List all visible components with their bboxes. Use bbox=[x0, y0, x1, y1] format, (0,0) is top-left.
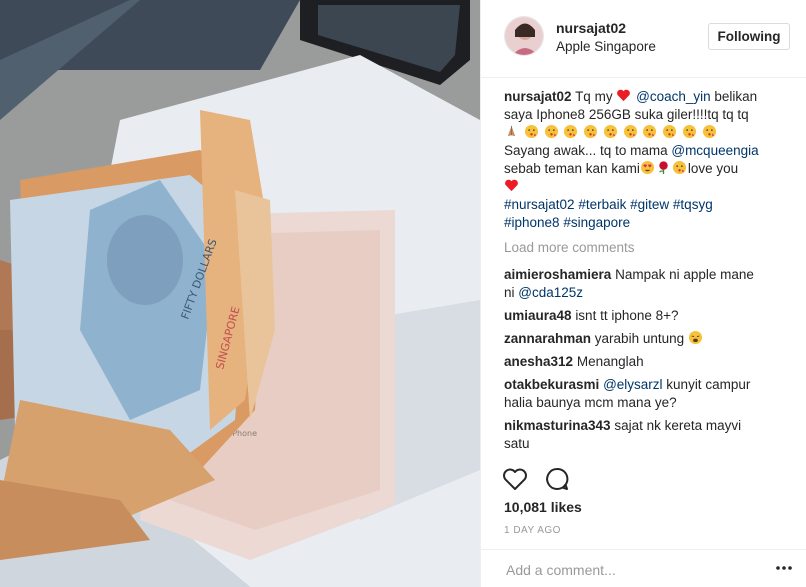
post-photo[interactable]: iPhone FIFTY DOLLARS SINGAPORE bbox=[0, 0, 480, 587]
kissing-face-emoji-icon bbox=[524, 124, 538, 139]
comment-item: anesha312 Menanglah bbox=[504, 353, 794, 371]
kissing-face-emoji-icon bbox=[603, 124, 617, 139]
hashtag-link[interactable]: #gitew bbox=[630, 197, 669, 212]
comment-mention[interactable]: @cda125z bbox=[518, 285, 583, 300]
post-side-panel: nursajat02 Apple Singapore Following nur… bbox=[480, 0, 806, 587]
kissing-face-emoji-icon bbox=[584, 124, 598, 139]
add-comment-input[interactable] bbox=[504, 558, 768, 582]
red-heart-emoji-icon bbox=[505, 179, 518, 192]
comment-text: kunyit campur bbox=[666, 377, 751, 392]
caption-text: belikan bbox=[714, 89, 758, 104]
red-heart-emoji-icon bbox=[617, 89, 631, 102]
kissing-face-emoji-icon bbox=[643, 124, 657, 139]
header-username[interactable]: nursajat02 bbox=[556, 20, 626, 36]
caption-text: sebab teman kan kami bbox=[504, 161, 640, 176]
comment-icon[interactable] bbox=[543, 465, 571, 493]
comment-username[interactable]: otakbekurasmi bbox=[504, 377, 599, 392]
hashtag-link[interactable]: #nursajat02 bbox=[504, 197, 575, 212]
comment-username[interactable]: aimieroshamiera bbox=[504, 267, 611, 282]
kissing-face-emoji-icon bbox=[682, 124, 696, 139]
caption-text: love you bbox=[687, 161, 739, 176]
comment-text: halia baunya mcm mana ye? bbox=[504, 395, 677, 410]
comment-username[interactable]: nikmasturina343 bbox=[504, 418, 611, 433]
avatar-image bbox=[505, 17, 543, 55]
comment-item: nikmasturina343 sajat nk kereta mayvi sa… bbox=[504, 417, 794, 453]
caption-text: Sayang awak... tq to mama bbox=[504, 143, 668, 158]
comment-username[interactable]: zannarahman bbox=[504, 331, 591, 346]
rose-emoji-icon bbox=[659, 161, 668, 175]
heart-eyes-emoji-icon bbox=[640, 160, 654, 175]
hashtag-link[interactable]: #singapore bbox=[563, 215, 630, 230]
comment-mention[interactable]: @elysarzl bbox=[603, 377, 662, 392]
hashtag-link[interactable]: #tqsyg bbox=[673, 197, 713, 212]
following-button[interactable]: Following bbox=[708, 23, 790, 50]
comment-item: aimieroshamiera Nampak ni apple mane ni … bbox=[504, 266, 794, 302]
comment-item: zannarahman yarabih untung bbox=[504, 330, 794, 348]
photo-illustration: iPhone FIFTY DOLLARS SINGAPORE bbox=[0, 0, 480, 587]
comment-text: ni bbox=[504, 285, 515, 300]
avatar[interactable] bbox=[504, 16, 544, 56]
comment-text: Menanglah bbox=[576, 354, 644, 369]
caption-username[interactable]: nursajat02 bbox=[504, 89, 572, 104]
caption-mention-coach[interactable]: @coach_yin bbox=[636, 89, 711, 104]
post-actions bbox=[501, 465, 791, 493]
load-more-comments-link[interactable]: Load more comments bbox=[504, 239, 794, 257]
post-header: nursajat02 Apple Singapore Following bbox=[481, 0, 806, 78]
kissing-face-emoji-icon bbox=[672, 160, 686, 175]
heart-icon[interactable] bbox=[501, 465, 529, 493]
hashtag-link[interactable]: #iphone8 bbox=[504, 215, 560, 230]
kissing-face-emoji-icon bbox=[663, 124, 677, 139]
praying-hands-emoji-icon bbox=[507, 125, 516, 137]
likes-count[interactable]: 10,081 likes bbox=[504, 499, 582, 515]
comment-text: yarabih untung bbox=[594, 331, 685, 346]
comment-text: satu bbox=[504, 436, 530, 451]
comment-item: umiaura48 isnt tt iphone 8+? bbox=[504, 307, 794, 325]
caption-emoji-row bbox=[504, 124, 794, 142]
caption-text: Tq my bbox=[575, 89, 613, 104]
weary-face-emoji-icon bbox=[688, 330, 702, 345]
comment-text: Nampak ni apple mane bbox=[615, 267, 754, 282]
kissing-face-emoji-icon bbox=[623, 124, 637, 139]
caption-text: saya Iphone8 256GB suka giler!!!!tq tq t… bbox=[504, 107, 749, 122]
caption-mention-mcqueengia[interactable]: @mcqueengia bbox=[671, 143, 758, 158]
comment-username[interactable]: umiaura48 bbox=[504, 308, 572, 323]
caption: nursajat02 Tq my @coach_yin belikan saya… bbox=[504, 88, 794, 232]
hashtag-link[interactable]: #terbaik bbox=[578, 197, 626, 212]
kissing-face-emoji-icon bbox=[702, 124, 716, 139]
comment-username[interactable]: anesha312 bbox=[504, 354, 573, 369]
comment-text: isnt tt iphone 8+? bbox=[575, 308, 679, 323]
comment-item: otakbekurasmi @elysarzl kunyit campur ha… bbox=[504, 376, 794, 412]
kissing-face-emoji-icon bbox=[544, 124, 558, 139]
add-comment-bar bbox=[481, 549, 806, 587]
location-link[interactable]: Apple Singapore bbox=[556, 39, 656, 54]
more-options-icon[interactable] bbox=[774, 560, 794, 576]
comments-section: nursajat02 Tq my @coach_yin belikan saya… bbox=[504, 88, 794, 460]
post-timestamp[interactable]: 1 DAY AGO bbox=[504, 525, 561, 536]
comment-text: sajat nk kereta mayvi bbox=[614, 418, 742, 433]
kissing-face-emoji-icon bbox=[564, 124, 578, 139]
